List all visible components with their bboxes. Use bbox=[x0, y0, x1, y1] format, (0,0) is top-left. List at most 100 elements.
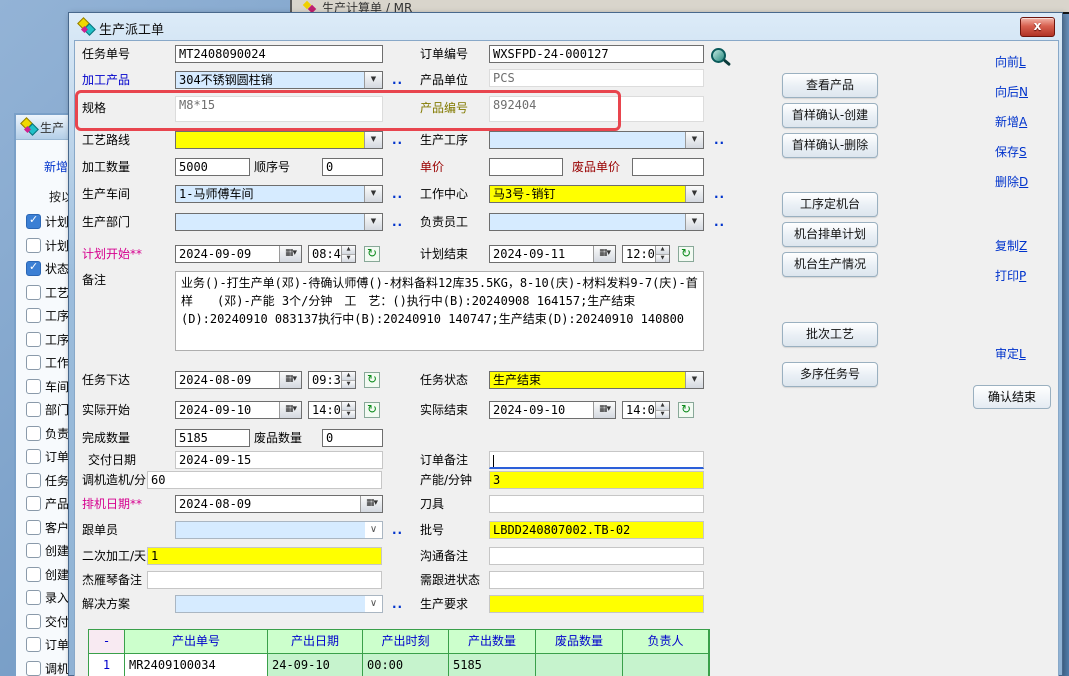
staff-select[interactable]: ▼ bbox=[489, 213, 704, 231]
chevron-down-icon[interactable]: ▼ bbox=[685, 186, 703, 202]
seq-input[interactable]: 0 bbox=[322, 158, 383, 176]
filter-checkbox-item[interactable]: 订单备 bbox=[26, 633, 74, 657]
remark-textarea[interactable]: 业务()-打生产单(邓)-待确认师傅()-材料备料12库35.5KG，8-10(… bbox=[175, 271, 704, 351]
filter-checkbox-item[interactable]: 客户 bbox=[26, 516, 74, 540]
plan-start-time-spinner[interactable]: 08:42 ▲▼ bbox=[308, 245, 356, 263]
command-link[interactable]: 新增A bbox=[995, 113, 1028, 130]
column-header[interactable]: 废品数量 bbox=[536, 630, 623, 654]
task-issue-time-spinner[interactable]: 09:39 ▲▼ bbox=[308, 371, 356, 389]
plan-end-date-picker[interactable]: 2024-09-11 ▦▾ bbox=[489, 245, 616, 263]
command-link[interactable]: 向后N bbox=[995, 83, 1028, 100]
chevron-down-icon[interactable]: ▼ bbox=[685, 214, 703, 230]
spin-up-icon[interactable]: ▲ bbox=[656, 402, 669, 410]
filter-window-titlebar[interactable]: 生产 bbox=[16, 115, 74, 140]
checkbox-icon[interactable] bbox=[26, 214, 41, 229]
column-header[interactable]: 产出单号 bbox=[125, 630, 268, 654]
side-button[interactable]: 机台生产情况 bbox=[782, 252, 878, 277]
column-header[interactable]: 负责人 bbox=[623, 630, 709, 654]
dept-select[interactable]: ▼ bbox=[175, 213, 383, 231]
side-button[interactable]: 批次工艺 bbox=[782, 322, 878, 347]
table-row[interactable]: 1 MR2409100034 24-09-10 00:00 5185 bbox=[89, 654, 709, 676]
route-browse-button[interactable]: .. bbox=[392, 131, 403, 149]
spin-down-icon[interactable]: ▼ bbox=[656, 254, 669, 263]
side-button[interactable]: 机台排单计划 bbox=[782, 222, 878, 247]
calendar-icon[interactable]: ▦▾ bbox=[279, 372, 301, 388]
filter-checkbox-item[interactable]: 调机待 bbox=[26, 657, 74, 676]
task-issue-date-picker[interactable]: 2024-08-09 ▦▾ bbox=[175, 371, 302, 389]
refresh-icon[interactable]: ↻ bbox=[678, 246, 694, 262]
side-button[interactable]: 首样确认-删除 bbox=[782, 133, 878, 158]
search-icon[interactable] bbox=[711, 48, 726, 63]
spin-down-icon[interactable]: ▼ bbox=[342, 380, 355, 389]
checkbox-icon[interactable] bbox=[26, 426, 41, 441]
filter-checkbox-item[interactable]: 负责人 bbox=[26, 422, 74, 446]
task-no-input[interactable]: MT2408090024 bbox=[175, 45, 383, 63]
filter-checkbox-item[interactable]: 订单编 bbox=[26, 445, 74, 469]
command-link[interactable]: 打印P bbox=[995, 267, 1027, 284]
checkbox-icon[interactable] bbox=[26, 379, 41, 394]
filter-checkbox-item[interactable]: 部门 bbox=[26, 398, 74, 422]
scrap-price-input[interactable] bbox=[632, 158, 704, 176]
calendar-icon[interactable]: ▦▾ bbox=[593, 402, 615, 418]
product-select[interactable]: 304不锈钢圆柱销 ▼ bbox=[175, 71, 383, 89]
side-button[interactable]: 查看产品 bbox=[782, 73, 878, 98]
checkbox-icon[interactable] bbox=[26, 590, 41, 605]
side-button[interactable]: 多序任务号 bbox=[782, 362, 878, 387]
price-input[interactable] bbox=[489, 158, 563, 176]
checkbox-icon[interactable] bbox=[26, 402, 41, 417]
checkbox-icon[interactable] bbox=[26, 637, 41, 652]
scrap-qty-input[interactable]: 0 bbox=[322, 429, 383, 447]
checkbox-icon[interactable] bbox=[26, 355, 41, 370]
follower-select[interactable]: ∨ bbox=[175, 521, 383, 539]
checkbox-icon[interactable] bbox=[26, 285, 41, 300]
actual-end-time-spinner[interactable]: 14:08 ▲▼ bbox=[622, 401, 670, 419]
plan-end-time-spinner[interactable]: 12:00 ▲▼ bbox=[622, 245, 670, 263]
batch-no-field[interactable]: LBDD240807002.TB-02 bbox=[489, 521, 704, 539]
setup-min-field[interactable]: 60 bbox=[147, 471, 382, 489]
tool-field[interactable] bbox=[489, 495, 704, 513]
filter-checkbox-item[interactable]: 计划日 bbox=[26, 210, 74, 234]
checkbox-icon[interactable] bbox=[26, 473, 41, 488]
calendar-icon[interactable]: ▦▾ bbox=[279, 246, 301, 262]
filter-checkbox-item[interactable]: 创建日 bbox=[26, 563, 74, 587]
confirm-finish-button[interactable]: 确认结束 bbox=[973, 385, 1051, 409]
spin-up-icon[interactable]: ▲ bbox=[342, 246, 355, 254]
command-link[interactable]: 删除D bbox=[995, 173, 1028, 190]
spec-field[interactable]: M8*15 bbox=[175, 96, 383, 122]
done-qty-input[interactable]: 5185 bbox=[175, 429, 250, 447]
person-remark-field[interactable] bbox=[147, 571, 382, 589]
chevron-down-icon[interactable]: ▼ bbox=[364, 132, 382, 148]
checkbox-icon[interactable] bbox=[26, 449, 41, 464]
solution-select[interactable]: ∨ bbox=[175, 595, 383, 613]
schedule-date-picker[interactable]: 2024-08-09 ▦▾ bbox=[175, 495, 383, 513]
chevron-down-icon[interactable]: ▼ bbox=[364, 214, 382, 230]
chevron-down-icon[interactable]: ▼ bbox=[364, 186, 382, 202]
filter-checkbox-item[interactable]: 计划日 bbox=[26, 234, 74, 258]
checkbox-icon[interactable] bbox=[26, 308, 41, 323]
checkbox-icon[interactable] bbox=[26, 567, 41, 582]
command-link[interactable]: 向前L bbox=[995, 53, 1028, 70]
calendar-icon[interactable]: ▦▾ bbox=[279, 402, 301, 418]
chevron-down-icon[interactable]: ∨ bbox=[365, 596, 382, 612]
spin-down-icon[interactable]: ▼ bbox=[342, 254, 355, 263]
close-button[interactable]: x bbox=[1020, 17, 1055, 37]
chevron-down-icon[interactable]: ▼ bbox=[685, 132, 703, 148]
checkbox-icon[interactable] bbox=[26, 332, 41, 347]
process-select[interactable]: ▼ bbox=[489, 131, 704, 149]
filter-checkbox-item[interactable]: 产品 bbox=[26, 492, 74, 516]
product-browse-button[interactable]: .. bbox=[392, 71, 403, 89]
solution-browse-button[interactable]: .. bbox=[392, 595, 403, 613]
column-header[interactable]: 产出日期 bbox=[268, 630, 363, 654]
follower-browse-button[interactable]: .. bbox=[392, 521, 403, 539]
command-link[interactable]: 审定L bbox=[995, 345, 1026, 362]
column-header[interactable]: - bbox=[89, 630, 125, 654]
follow-status-field[interactable] bbox=[489, 571, 704, 589]
column-header[interactable]: 产出数量 bbox=[449, 630, 536, 654]
chevron-down-icon[interactable]: ▼ bbox=[685, 372, 703, 388]
checkbox-icon[interactable] bbox=[26, 261, 41, 276]
checkbox-icon[interactable] bbox=[26, 543, 41, 558]
route-select[interactable]: ▼ bbox=[175, 131, 383, 149]
side-button[interactable]: 首样确认-创建 bbox=[782, 103, 878, 128]
workshop-browse-button[interactable]: .. bbox=[392, 185, 403, 203]
order-no-input[interactable]: WXSFPD-24-000127 bbox=[489, 45, 704, 63]
